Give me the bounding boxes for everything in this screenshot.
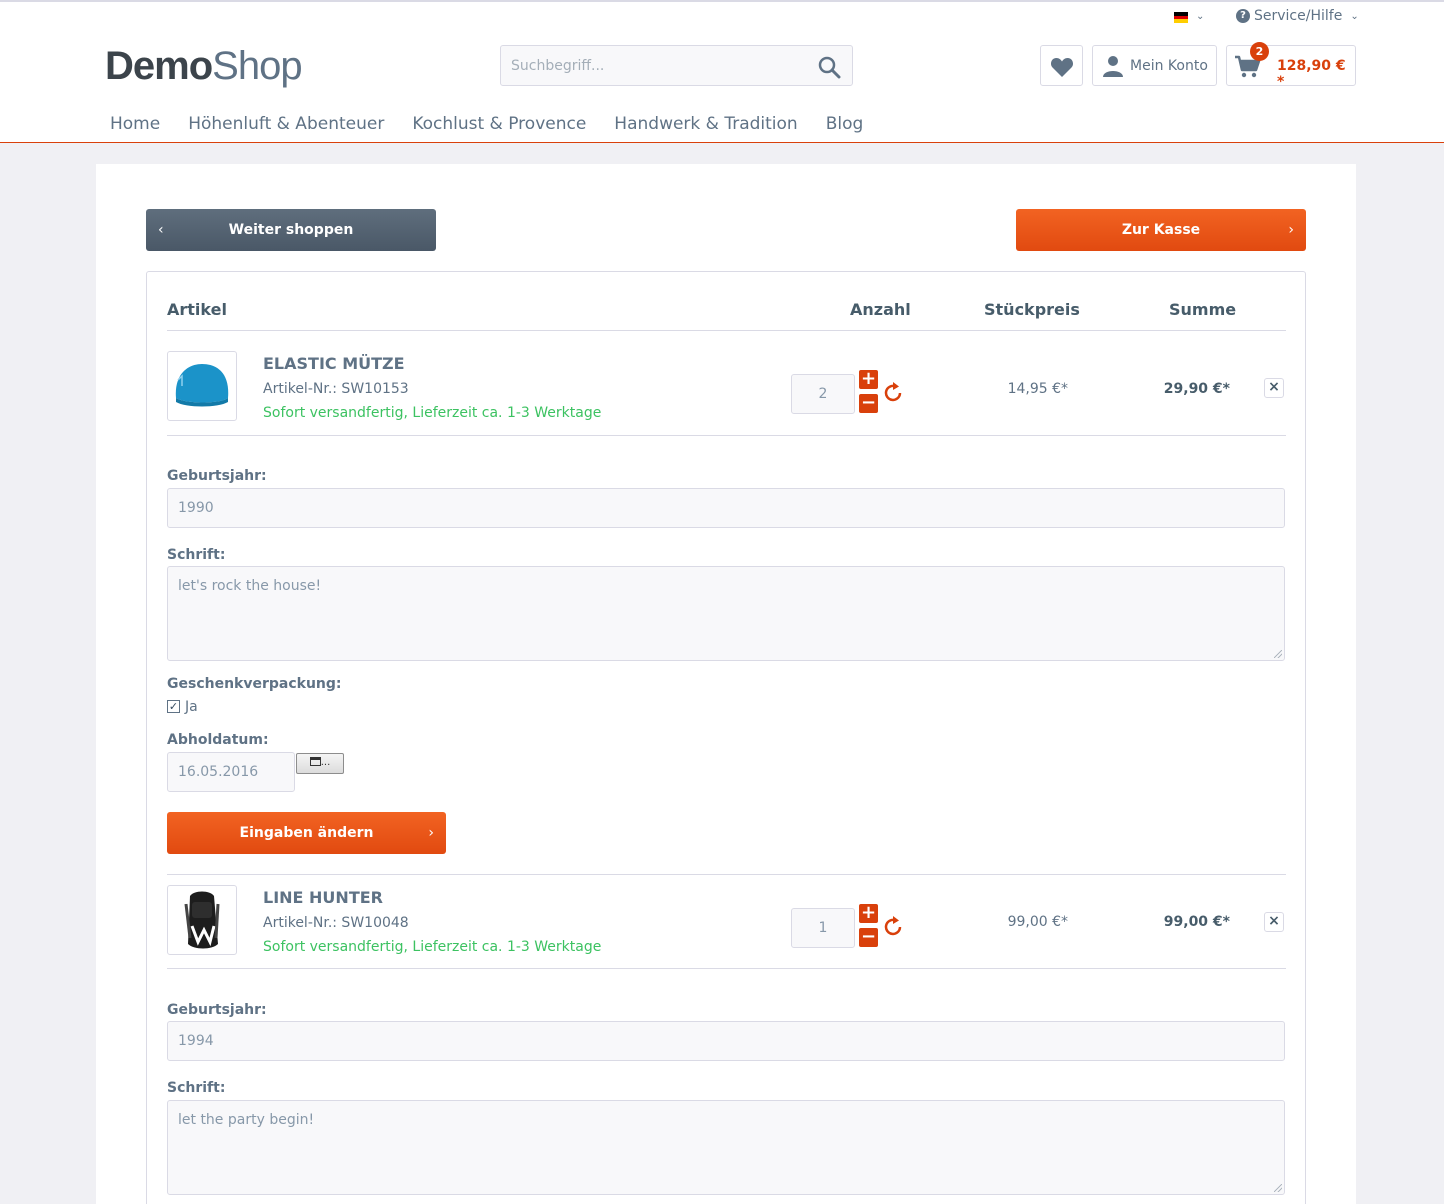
gift-wrap-label: Geschenkverpackung: — [167, 676, 342, 692]
resize-handle[interactable] — [1274, 650, 1282, 658]
nav-item-blog[interactable]: Blog — [826, 114, 864, 134]
update-inputs-button[interactable]: Eingaben ändern › — [167, 812, 446, 854]
product-name[interactable]: ELASTIC MÜTZE — [263, 354, 405, 373]
account-button[interactable]: Mein Konto — [1092, 45, 1217, 86]
nav-item-kochlust[interactable]: Kochlust & Provence — [412, 114, 586, 134]
cart-page: ‹ Weiter shoppen Zur Kasse › Artikel Anz… — [96, 164, 1356, 1204]
checkout-button[interactable]: Zur Kasse › — [1016, 209, 1306, 251]
gift-wrap-checkbox[interactable]: ✓ — [167, 700, 180, 713]
chevron-right-icon: › — [1288, 222, 1294, 238]
line-total: 99,00 €* — [1163, 914, 1230, 930]
birth-year-input[interactable]: 1990 — [167, 488, 1285, 528]
user-icon — [1103, 56, 1123, 77]
cart-count-badge: 2 — [1250, 42, 1269, 61]
resize-handle[interactable] — [1274, 1184, 1282, 1192]
update-inputs-label: Eingaben ändern — [239, 825, 374, 841]
product-image-elastic-muetze[interactable] — [167, 351, 237, 421]
product-image-line-hunter[interactable] — [167, 885, 237, 955]
service-label: Service/Hilfe — [1254, 8, 1343, 24]
search-field[interactable]: Suchbegriff... — [500, 45, 853, 86]
chevron-left-icon: ‹ — [158, 222, 164, 238]
logo[interactable]: DemoShop — [105, 44, 303, 89]
wishlist-button[interactable] — [1040, 45, 1083, 86]
remove-item-button[interactable]: × — [1264, 378, 1284, 398]
delivery-info: Sofort versandfertig, Lieferzeit ca. 1-3… — [263, 939, 602, 955]
increase-quantity-button[interactable]: + — [859, 370, 878, 389]
header-unit-price: Stückpreis — [984, 300, 1080, 319]
help-icon: ? — [1236, 9, 1250, 23]
unit-price: 14,95 €* — [1007, 381, 1068, 397]
increase-quantity-button[interactable]: + — [859, 904, 878, 923]
nav-item-handwerk[interactable]: Handwerk & Tradition — [614, 114, 797, 134]
delivery-info: Sofort versandfertig, Lieferzeit ca. 1-3… — [263, 405, 602, 421]
quantity-input[interactable]: 2 — [791, 374, 855, 414]
site-header: ⌄ ? Service/Hilfe ⌄ DemoShop Suchbegriff… — [0, 2, 1444, 143]
product-name[interactable]: LINE HUNTER — [263, 888, 383, 907]
search-input[interactable]: Suchbegriff... — [511, 58, 604, 74]
calendar-button-label: ... — [320, 757, 331, 768]
flag-de-icon[interactable] — [1174, 12, 1188, 24]
main-navigation: Home Höhenluft & Abenteuer Kochlust & Pr… — [110, 114, 891, 134]
chevron-right-icon: › — [428, 825, 434, 841]
logo-light: Shop — [212, 44, 302, 88]
line-total: 29,90 €* — [1163, 381, 1230, 397]
continue-shopping-button[interactable]: ‹ Weiter shoppen — [146, 209, 436, 251]
gift-wrap-option-label: Ja — [185, 699, 198, 715]
quantity-input[interactable]: 1 — [791, 908, 855, 948]
service-menu[interactable]: ? Service/Hilfe ⌄ — [1236, 8, 1359, 24]
header-sum: Summe — [1169, 300, 1237, 319]
continue-shopping-label: Weiter shoppen — [228, 222, 354, 238]
divider — [167, 435, 1286, 436]
refresh-icon[interactable] — [881, 915, 905, 939]
remove-item-button[interactable]: × — [1264, 912, 1284, 932]
text-label: Schrift: — [167, 547, 226, 563]
calendar-icon — [309, 757, 321, 766]
heart-icon — [1050, 58, 1074, 77]
nav-item-hoehenluft[interactable]: Höhenluft & Abenteuer — [188, 114, 384, 134]
birth-year-input[interactable]: 1994 — [167, 1021, 1285, 1061]
birth-year-label: Geburtsjahr: — [167, 468, 267, 484]
refresh-icon[interactable] — [881, 381, 905, 405]
pickup-date-input[interactable]: 16.05.2016 — [167, 752, 295, 792]
birth-year-label: Geburtsjahr: — [167, 1002, 267, 1018]
text-textarea[interactable]: let's rock the house! — [167, 566, 1285, 661]
decrease-quantity-button[interactable]: − — [859, 928, 878, 947]
cart-table: Artikel Anzahl Stückpreis Summe ELASTIC … — [146, 271, 1306, 1204]
text-textarea[interactable]: let the party begin! — [167, 1100, 1285, 1195]
divider — [167, 874, 1286, 875]
header-quantity: Anzahl — [850, 300, 911, 319]
unit-price: 99,00 €* — [1007, 914, 1068, 930]
chevron-down-icon: ⌄ — [1350, 10, 1359, 22]
cart-amount: 128,90 € * — [1277, 58, 1346, 90]
article-number: Artikel-Nr.: SW10048 — [263, 915, 409, 931]
textarea-value: let's rock the house! — [178, 578, 322, 594]
nav-item-home[interactable]: Home — [110, 114, 160, 134]
search-icon[interactable] — [817, 55, 841, 79]
calendar-button[interactable]: ... — [296, 753, 344, 774]
pickup-date-label: Abholdatum: — [167, 732, 269, 748]
decrease-quantity-button[interactable]: − — [859, 394, 878, 413]
logo-bold: Demo — [105, 44, 213, 88]
checkout-label: Zur Kasse — [1121, 222, 1201, 238]
chevron-down-icon[interactable]: ⌄ — [1196, 11, 1204, 22]
account-label: Mein Konto — [1130, 58, 1208, 74]
divider — [167, 968, 1286, 969]
cart-button[interactable]: 2 128,90 € * — [1226, 42, 1356, 90]
text-label: Schrift: — [167, 1080, 226, 1096]
divider — [167, 330, 1286, 331]
article-number: Artikel-Nr.: SW10153 — [263, 381, 409, 397]
header-article: Artikel — [167, 300, 227, 319]
textarea-value: let the party begin! — [178, 1112, 315, 1128]
